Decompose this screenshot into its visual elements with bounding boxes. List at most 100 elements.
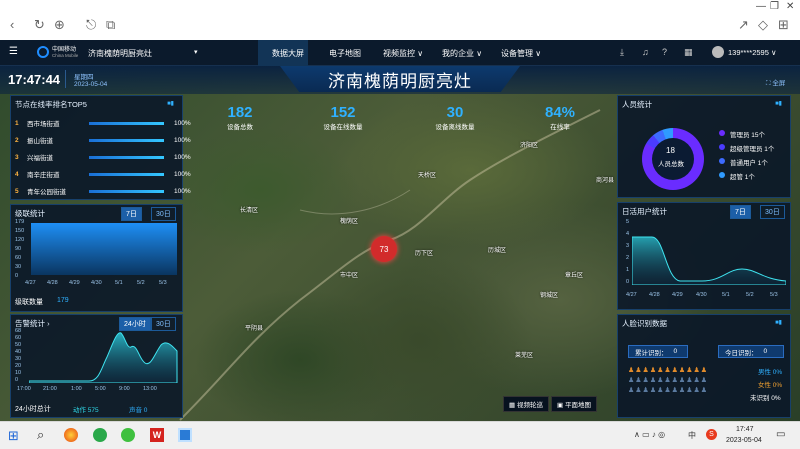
- search-icon[interactable]: ⌕: [37, 427, 44, 443]
- tray-icons[interactable]: ∧ ▭ ♪ ◎: [634, 430, 665, 439]
- y-tick: 179: [15, 219, 25, 225]
- y-tick: 68: [15, 328, 22, 334]
- nav-e-map[interactable]: 电子地图: [329, 48, 361, 59]
- download-icon[interactable]: ⤓: [620, 47, 624, 58]
- person-icons: ♟♟♟♟♟♟♟♟♟♟♟ ♟♟♟♟♟♟♟♟♟♟♟ ♟♟♟♟♟♟♟♟♟♟♟: [628, 367, 709, 394]
- app-top-bar: ☰ 中国移动 China Mobile 济南槐荫明厨亮灶 ▾ 数据大屏 电子地图…: [0, 40, 800, 66]
- stat-total: 182 设备总数: [227, 104, 253, 131]
- close-button[interactable]: ✕: [786, 1, 794, 12]
- cube-icon[interactable]: ◇: [758, 17, 768, 33]
- top5-fill: [89, 155, 164, 159]
- x-tick: 4/30: [696, 292, 707, 298]
- avatar[interactable]: [712, 46, 724, 58]
- video-patrol-button[interactable]: ▦ 视频轮巡: [503, 396, 549, 412]
- browser-chrome: — ❐ ✕ ‹ ↻ ⊕ ⎋ ⧉ ↗ ◇ ⊞: [0, 0, 800, 40]
- y-tick: 0: [626, 279, 630, 285]
- plane-map-button[interactable]: ▣ 平面地图: [551, 396, 597, 412]
- x-tick: 9:00: [119, 386, 130, 392]
- stat-online: 152 设备在线数量: [323, 104, 363, 131]
- device-cluster-marker[interactable]: 73: [371, 236, 397, 262]
- x-tick: 5/3: [770, 292, 778, 298]
- panel-deco-icon: ■▮: [775, 320, 782, 326]
- people-total-label: 人员总数: [658, 161, 684, 168]
- wps-icon[interactable]: W: [150, 428, 164, 442]
- y-tick: 40: [15, 349, 22, 355]
- tab-30-days[interactable]: 30日: [760, 205, 785, 219]
- map-label: 天桥区: [418, 173, 437, 179]
- x-tick: 5/2: [746, 292, 754, 298]
- back-icon[interactable]: ‹: [10, 17, 14, 32]
- date: 2023-05-04: [74, 81, 108, 88]
- x-tick: 1:00: [71, 386, 82, 392]
- help-icon[interactable]: ?: [662, 47, 667, 57]
- y-tick: 50: [15, 342, 22, 348]
- title-banner: 济南槐荫明厨亮灶: [280, 66, 520, 92]
- nav-data-screen[interactable]: 数据大屏: [272, 48, 304, 59]
- x-tick: 4/29: [672, 292, 683, 298]
- cascade-area: [31, 223, 177, 275]
- nav-video[interactable]: 视频监控 ∨: [383, 48, 423, 59]
- map-label: 济阳区: [520, 143, 539, 149]
- qrcode-icon[interactable]: ▦: [684, 47, 693, 58]
- remote-desktop-icon[interactable]: [178, 428, 192, 442]
- legend-dot: [719, 130, 725, 136]
- restore-button[interactable]: ❐: [770, 1, 779, 12]
- map-label: 章丘区: [565, 273, 584, 279]
- map-label: 市中区: [340, 273, 359, 279]
- fullscreen-button[interactable]: ⛶ 全屏: [766, 77, 785, 88]
- x-tick: 4/29: [69, 280, 80, 286]
- tabs-icon[interactable]: ⧉: [106, 17, 115, 33]
- legend-item: 超级管理员 1个: [730, 146, 775, 153]
- org-name[interactable]: 济南槐荫明厨亮灶: [88, 48, 152, 59]
- x-tick: 5:00: [95, 386, 106, 392]
- user-name[interactable]: 139****2595 ∨: [728, 48, 776, 57]
- map-label: 槐荫区: [340, 219, 359, 225]
- tab-7-days[interactable]: 7日: [121, 207, 142, 221]
- share-icon[interactable]: ↗: [738, 17, 749, 33]
- windows-start-icon[interactable]: ⊞: [8, 428, 19, 444]
- notification-icon[interactable]: ▭: [776, 429, 785, 440]
- y-tick: 30: [15, 264, 22, 270]
- firefox-icon[interactable]: [64, 428, 78, 442]
- alarm-chart: [29, 332, 178, 383]
- nav-my-company[interactable]: 我的企业 ∨: [442, 48, 482, 59]
- y-tick: 20: [15, 363, 22, 369]
- nav-device-manage[interactable]: 设备管理 ∨: [501, 48, 541, 59]
- alarm-panel: 告警统计 › 24小时 30日 68 60 50 40 30 20 10 0 1…: [10, 314, 183, 418]
- active-users-title: 日活用户统计: [622, 207, 667, 216]
- y-tick: 120: [15, 237, 25, 243]
- menu-icon[interactable]: ☰: [9, 46, 18, 57]
- y-tick: 10: [15, 370, 22, 376]
- china-mobile-logo-icon: [37, 46, 49, 58]
- taskbar-date: 2023-05-04: [726, 437, 762, 444]
- face-title: 人脸识别数据: [622, 319, 667, 328]
- link-icon[interactable]: ⎋: [86, 17, 96, 33]
- x-tick: 4/27: [25, 280, 36, 286]
- top5-fill: [89, 121, 164, 125]
- wechat-icon[interactable]: [121, 428, 135, 442]
- stat-offline: 30 设备离线数量: [435, 104, 475, 131]
- brand-cn: 中国移动: [52, 47, 77, 53]
- app-icon[interactable]: [93, 428, 107, 442]
- y-tick: 90: [15, 246, 22, 252]
- list-item: 2 振山街道 100%: [15, 136, 191, 146]
- legend-item: 管理员 15个: [730, 132, 766, 139]
- list-item: 3 兴福街道 100%: [15, 153, 191, 163]
- total-recognition: 累计识别： 0: [628, 345, 688, 358]
- minimize-button[interactable]: —: [756, 1, 766, 12]
- map-label: 商河县: [596, 178, 615, 184]
- motion-count: 动作 575: [73, 407, 99, 414]
- grid-icon[interactable]: ⊞: [778, 17, 789, 33]
- ime-indicator[interactable]: 中: [688, 430, 696, 441]
- legend-item: 超管 1个: [730, 174, 755, 181]
- taskbar: ⊞ ⌕ W ∧ ▭ ♪ ◎ 中 S 17:47 2023-05-04 ▭: [0, 421, 800, 449]
- tab-30-days[interactable]: 30日: [151, 207, 176, 221]
- tab-7-days[interactable]: 7日: [730, 205, 751, 219]
- reload-icon[interactable]: ↻: [34, 17, 45, 33]
- y-tick: 0: [15, 377, 19, 383]
- globe-icon[interactable]: ⊕: [54, 17, 65, 33]
- bell-icon[interactable]: ♫: [642, 47, 649, 57]
- top5-title: 节点在线率排名TOP5: [15, 100, 87, 109]
- s-app-icon[interactable]: S: [706, 429, 717, 440]
- org-caret-icon[interactable]: ▾: [194, 48, 198, 56]
